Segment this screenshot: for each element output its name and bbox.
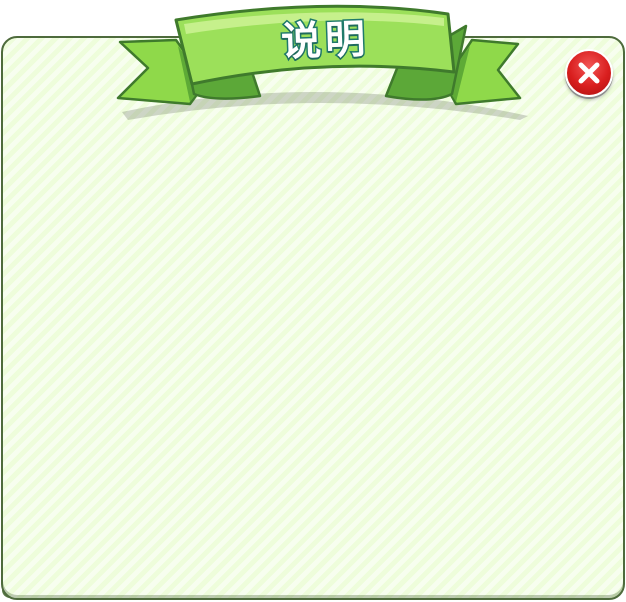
close-button[interactable] <box>565 49 613 97</box>
close-icon <box>578 62 600 84</box>
title-ribbon: 说明 <box>110 0 540 130</box>
instructions-dialog: 说明 <box>0 0 626 602</box>
